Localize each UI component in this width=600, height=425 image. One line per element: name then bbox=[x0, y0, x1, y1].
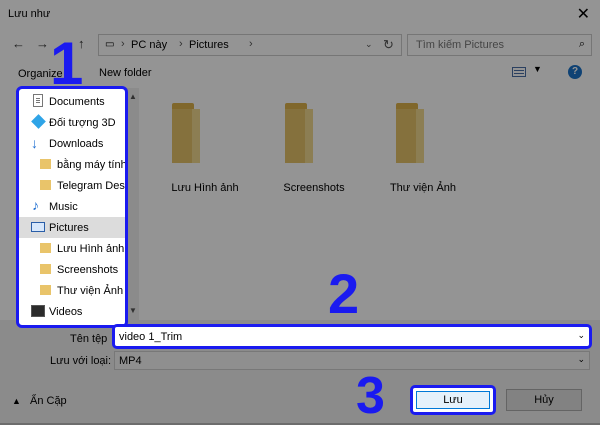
back-arrow-icon[interactable]: ← bbox=[12, 36, 25, 51]
folder-label[interactable]: Screenshots bbox=[269, 182, 359, 194]
close-icon[interactable]: ✕ bbox=[577, 4, 590, 24]
chevron-right-icon: › bbox=[179, 38, 183, 50]
sidebar-item-label: Lưu Hình ảnh bbox=[57, 243, 125, 255]
sidebar-item-folder[interactable]: Thư viện Ảnh bbox=[19, 280, 125, 301]
annotation-number-3: 3 bbox=[356, 367, 385, 425]
breadcrumb-pc[interactable]: PC này bbox=[131, 39, 167, 51]
address-row: ← → ⌄ ↑ ▭ › PC này › Pictures › ⌄ ↻ Tìm … bbox=[0, 30, 600, 58]
sidebar-item-folder[interactable]: Telegram Desk bbox=[19, 175, 125, 196]
view-options-icon[interactable] bbox=[512, 67, 526, 77]
sidebar-item-label: Downloads bbox=[49, 138, 104, 150]
videos-icon bbox=[31, 305, 45, 317]
folder-icon bbox=[40, 285, 51, 295]
search-input[interactable]: Tìm kiếm Pictures ⌕ bbox=[407, 34, 592, 56]
view-dropdown-icon[interactable]: ▼ bbox=[533, 64, 542, 74]
documents-icon bbox=[33, 94, 43, 107]
chevron-right-icon: › bbox=[249, 38, 253, 50]
folder-icon[interactable] bbox=[285, 103, 339, 163]
chevron-right-icon: › bbox=[121, 38, 125, 50]
sidebar-item-folder[interactable]: bằng máy tính bbox=[19, 154, 125, 175]
filename-input[interactable]: video 1_Trim bbox=[119, 331, 182, 343]
sidebar-item-folder[interactable]: Screenshots bbox=[19, 259, 125, 280]
scroll-up-icon[interactable]: ▲ bbox=[129, 92, 137, 101]
new-folder-button[interactable]: New folder bbox=[99, 67, 152, 79]
search-placeholder: Tìm kiếm Pictures bbox=[416, 39, 505, 51]
dialog-title: Lưu như bbox=[8, 8, 51, 20]
toolbar: Organize ▾ New folder ▼ ? bbox=[0, 58, 600, 89]
sidebar-item-label: Pictures bbox=[49, 222, 89, 234]
sidebar-item-folder[interactable]: Lưu Hình ảnh bbox=[19, 238, 125, 259]
chevron-down-icon[interactable]: ⌄ bbox=[577, 330, 585, 341]
breadcrumb-pictures[interactable]: Pictures bbox=[189, 39, 229, 51]
hide-folders-toggle[interactable]: ▲ Ẩn Cặp bbox=[12, 395, 67, 407]
filename-label: Tên tệp bbox=[70, 333, 108, 345]
sidebar-item-downloads[interactable]: ↓ Downloads bbox=[19, 133, 125, 154]
annotation-number-2: 2 bbox=[328, 262, 360, 325]
address-dropdown-icon[interactable]: ⌄ bbox=[365, 39, 373, 50]
folder-icon[interactable] bbox=[172, 103, 226, 163]
annotation-number-1: 1 bbox=[50, 30, 84, 97]
sidebar-item-videos[interactable]: Videos bbox=[19, 301, 125, 322]
filename-field[interactable]: video 1_Trim ⌄ bbox=[112, 324, 592, 349]
3d-objects-icon bbox=[31, 114, 46, 129]
folder-icon[interactable] bbox=[396, 103, 450, 163]
pictures-icon bbox=[31, 222, 45, 232]
sidebar-item-label: Videos bbox=[49, 306, 83, 318]
sidebar-item-3d-objects[interactable]: Đối tượng 3D bbox=[19, 112, 125, 133]
refresh-icon[interactable]: ↻ bbox=[383, 37, 394, 53]
help-icon[interactable]: ? bbox=[568, 65, 582, 79]
folder-label[interactable]: Thư viện Ảnh bbox=[378, 182, 468, 194]
sidebar-item-music[interactable]: ♪ Music bbox=[19, 196, 125, 217]
sidebar-item-label: Đối tượng 3D bbox=[49, 117, 116, 129]
folder-icon bbox=[40, 243, 51, 253]
address-bar[interactable]: ▭ › PC này › Pictures › ⌄ ↻ bbox=[98, 34, 402, 56]
title-bar: Lưu như ✕ bbox=[0, 0, 600, 30]
save-button[interactable]: Lưu bbox=[416, 391, 490, 409]
search-icon: ⌕ bbox=[578, 38, 585, 50]
cancel-button[interactable]: Hủy bbox=[506, 389, 582, 411]
sidebar-item-label: bằng máy tính bbox=[57, 159, 127, 171]
sidebar-item-label: Music bbox=[49, 201, 78, 213]
sidebar-item-label: Telegram Desk bbox=[57, 180, 128, 192]
scroll-down-icon[interactable]: ▼ bbox=[129, 306, 137, 315]
folder-icon bbox=[40, 159, 51, 169]
sidebar-item-label: Screenshots bbox=[57, 264, 119, 276]
sidebar-item-pictures[interactable]: Pictures bbox=[19, 217, 125, 238]
downloads-icon: ↓ bbox=[31, 135, 38, 151]
chevron-up-icon: ▲ bbox=[12, 396, 21, 406]
music-icon: ♪ bbox=[32, 197, 39, 213]
filetype-value: MP4 bbox=[119, 355, 142, 367]
forward-arrow-icon[interactable]: → bbox=[36, 36, 49, 51]
save-button-highlight: Lưu bbox=[410, 385, 496, 415]
filetype-select[interactable]: MP4 ⌄ bbox=[114, 351, 590, 370]
chevron-down-icon[interactable]: ⌄ bbox=[577, 354, 585, 365]
sidebar-item-label: Documents bbox=[49, 96, 105, 108]
sidebar-item-label: Thư viện Ảnh bbox=[57, 285, 124, 297]
sidebar-scrollbar[interactable]: ▲ ▼ bbox=[127, 88, 139, 320]
folder-icon bbox=[40, 264, 51, 274]
folder-label[interactable]: Lưu Hình ảnh bbox=[160, 182, 250, 194]
filetype-label: Lưu với loại: bbox=[50, 355, 112, 367]
folder-icon bbox=[40, 180, 51, 190]
navigation-pane: Documents Đối tượng 3D ↓ Downloads bằng … bbox=[16, 86, 128, 328]
hide-folders-label: Ẩn Cặp bbox=[29, 395, 67, 407]
pc-icon: ▭ bbox=[105, 39, 115, 50]
